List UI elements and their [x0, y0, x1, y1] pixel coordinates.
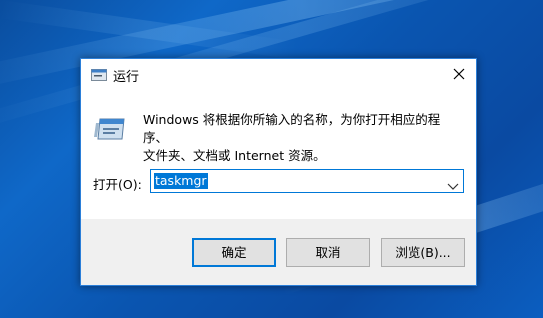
title-bar[interactable]: 运行: [81, 59, 476, 89]
run-dialog: 运行 Windows 将根据你所输入的名称，为你打开相应的程序、 文件夹、文档或…: [80, 58, 477, 286]
run-app-icon: [91, 67, 107, 81]
close-button[interactable]: [442, 59, 476, 89]
close-icon: [453, 68, 465, 80]
browse-button[interactable]: 浏览(B)...: [381, 238, 465, 267]
description-text: Windows 将根据你所输入的名称，为你打开相应的程序、 文件夹、文档或 In…: [143, 111, 463, 165]
open-combobox[interactable]: taskmgr: [150, 169, 464, 193]
cancel-button[interactable]: 取消: [286, 238, 370, 267]
open-input-value[interactable]: taskmgr: [154, 173, 208, 189]
ok-button[interactable]: 确定: [192, 238, 276, 267]
chevron-down-icon[interactable]: [447, 176, 459, 190]
run-icon: [94, 115, 128, 143]
window-title: 运行: [113, 70, 140, 85]
open-label: 打开(O):: [93, 177, 142, 192]
description-line-1: Windows 将根据你所输入的名称，为你打开相应的程序、: [143, 112, 441, 145]
description-line-2: 文件夹、文档或 Internet 资源。: [143, 148, 326, 163]
